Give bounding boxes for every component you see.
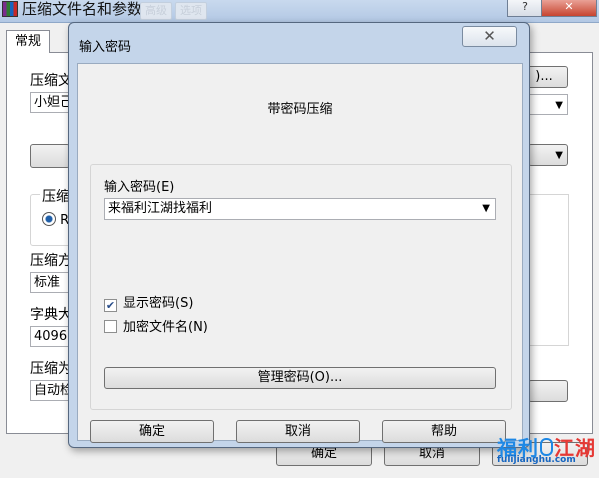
ghost-tab: 高级 [140, 2, 172, 20]
show-password-label: 显示密码(S) [123, 296, 194, 311]
watermark-url: fulijianghu.com [497, 455, 576, 465]
encrypt-filenames-checkbox[interactable]: 加密文件名(N) [104, 316, 208, 335]
winrar-app-icon [2, 1, 18, 17]
ghost-tab: 选项 [175, 2, 207, 20]
encrypt-filenames-label: 加密文件名(N) [123, 320, 208, 335]
split-volumes-dropdown[interactable]: 自动检 [30, 380, 70, 401]
format-radio-rar[interactable]: R [42, 212, 69, 228]
tab-general[interactable]: 常规 [6, 30, 50, 53]
password-input[interactable]: 来福利江湖找福利 ▼ [104, 198, 496, 220]
dictionary-size-label: 字典大 [30, 307, 72, 323]
help-title-button[interactable]: ? [507, 0, 543, 17]
chevron-down-icon[interactable]: ▼ [482, 199, 490, 219]
parent-window-title: 压缩文件名和参数 [22, 0, 143, 18]
set-password-button[interactable] [528, 380, 568, 402]
manage-passwords-button[interactable]: 管理密码(O)... [104, 367, 496, 389]
options-group [528, 194, 569, 346]
update-mode-dropdown[interactable]: ▼ [528, 144, 568, 166]
compression-method-label: 压缩方 [30, 253, 72, 269]
ok-button[interactable]: 确定 [90, 420, 214, 443]
checkmark-icon: ✔ [104, 299, 117, 312]
empty-checkbox-icon [104, 320, 117, 333]
radio-selected-icon [42, 212, 56, 226]
profiles-button[interactable] [30, 144, 70, 168]
chevron-down-icon: ▼ [555, 150, 563, 161]
dialog-heading: 带密码压缩 [267, 102, 333, 117]
dialog-client-area: 带密码压缩 输入密码(E) 来福利江湖找福利 ▼ ✔ 显示密码(S) 加密文件名(… [77, 63, 523, 443]
split-volumes-label: 压缩为 [30, 361, 72, 377]
help-button[interactable]: 帮助 [382, 420, 506, 443]
password-label: 输入密码(E) [104, 180, 175, 195]
password-value: 来福利江湖找福利 [108, 201, 213, 216]
close-icon[interactable]: ✕ [462, 26, 517, 47]
dialog-title: 输入密码 [79, 40, 132, 55]
mouse-icon [540, 438, 553, 456]
dictionary-size-dropdown[interactable]: 4096 [30, 326, 70, 347]
close-title-button[interactable]: ✕ [541, 0, 597, 17]
password-dialog: 输入密码 ✕ 带密码压缩 输入密码(E) 来福利江湖找福利 ▼ ✔ 显示密码(S)… [68, 22, 530, 448]
archive-name-dropdown[interactable]: ▼ [528, 94, 568, 115]
compression-method-dropdown[interactable]: 标准 [30, 272, 70, 293]
show-password-checkbox[interactable]: ✔ 显示密码(S) [104, 292, 193, 312]
chevron-down-icon: ▼ [555, 100, 563, 111]
cancel-button[interactable]: 取消 [236, 420, 360, 443]
archive-name-label: 压缩文 [30, 73, 72, 89]
